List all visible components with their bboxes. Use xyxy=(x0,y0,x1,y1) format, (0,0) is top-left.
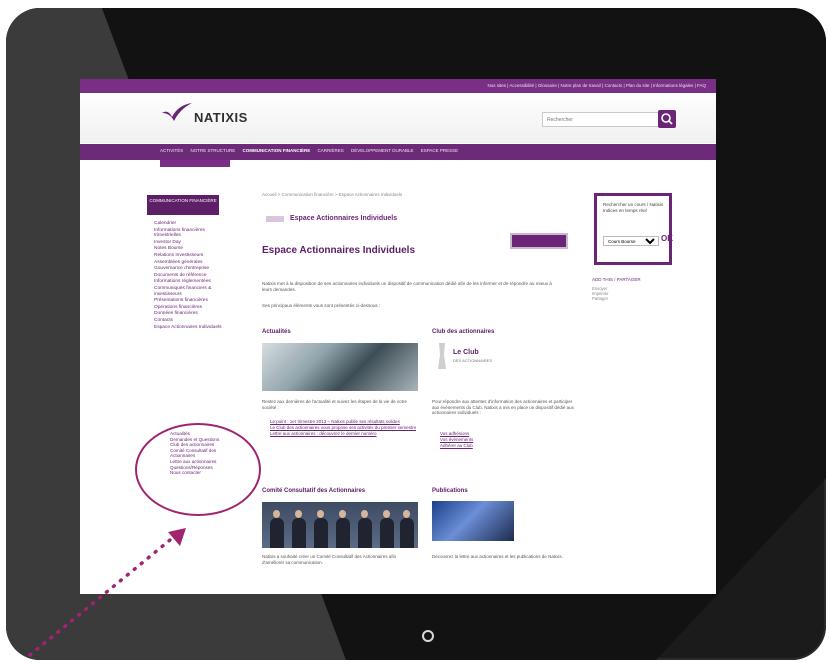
search-button[interactable] xyxy=(658,110,676,128)
person-figure xyxy=(400,518,414,548)
top-links[interactable]: Nos sites | Accessibilité | Glossaire | … xyxy=(487,83,706,88)
actualites-photo[interactable] xyxy=(262,343,418,391)
person-figure xyxy=(380,518,394,548)
person-figure xyxy=(314,518,328,548)
sidebar-item[interactable]: Communiqués financiers & investisseurs xyxy=(154,286,224,297)
page-title: Espace Actionnaires Individuels xyxy=(262,245,416,256)
stock-quote-text: Rechercher un cours / Natixis Indices en… xyxy=(603,202,664,213)
publications-heading: Publications xyxy=(432,488,468,494)
share-links: Envoyer Imprimer Partager xyxy=(592,286,609,302)
sidebar-item-actionnaires[interactable]: Espace Actionnaires Individuels xyxy=(154,325,224,331)
logo-text[interactable]: NATIXIS xyxy=(194,110,248,125)
sidebar-item[interactable]: Calendrier xyxy=(154,221,224,227)
club-badge[interactable]: Le Club DES ACTIONNAIRES xyxy=(435,341,525,381)
club-badge-label: Le Club xyxy=(453,349,479,356)
intro-text-2: Ses principaux éléments vous sont présen… xyxy=(262,303,381,308)
stock-quote-box: Rechercher un cours / Natixis Indices en… xyxy=(594,193,673,265)
person-head xyxy=(383,510,390,518)
subnav-tab[interactable] xyxy=(160,160,230,167)
home-button[interactable] xyxy=(422,630,434,642)
person-figure xyxy=(358,518,372,548)
sidebar-item[interactable]: Gouvernance d'entreprise xyxy=(154,266,224,272)
top-links-bar: Nos sites | Accessibilité | Glossaire | … xyxy=(80,79,716,93)
club-heading: Club des actionnaires xyxy=(432,329,495,335)
comite-text: Natixis a souhaité créer un Comité Consu… xyxy=(262,554,397,565)
stock-select[interactable]: Cours Bourse xyxy=(603,236,659,246)
comite-photo[interactable] xyxy=(262,502,418,548)
nav-item-developpement[interactable]: DÉVELOPPEMENT DURABLE xyxy=(351,148,413,153)
person-head xyxy=(403,510,410,518)
person-figure xyxy=(292,518,306,548)
sidebar-item[interactable]: Contacts xyxy=(154,318,224,324)
club-links: Vos adhésions Vos événements Adhérer au … xyxy=(440,431,580,448)
search-icon xyxy=(661,113,673,125)
actualites-links: Le point : 1er trimestre 2013 – Natixis … xyxy=(270,419,420,436)
actualites-link[interactable]: Le Club des actionnaires vous propose se… xyxy=(270,425,420,431)
club-link[interactable]: Adhérer au Club xyxy=(440,443,580,449)
nav-item-structure[interactable]: NOTRE STRUCTURE xyxy=(191,148,236,153)
person-figure xyxy=(270,518,284,548)
share-link[interactable]: Partager xyxy=(592,296,609,301)
person-figure xyxy=(336,518,350,548)
sidebar-item[interactable]: Opérations financières xyxy=(154,305,224,311)
comite-heading: Comité Consultatif des Actionnaires xyxy=(262,488,366,494)
person-head xyxy=(339,510,346,518)
browser-screen: Nos sites | Accessibilité | Glossaire | … xyxy=(80,79,716,594)
sidebar-menu: Calendrier Informations financières trim… xyxy=(154,221,224,331)
nav-item-communication[interactable]: COMMUNICATION FINANCIÈRE xyxy=(243,148,311,153)
highlight-circle xyxy=(135,423,261,516)
person-head xyxy=(317,510,324,518)
nav-item-presse[interactable]: ESPACE PRESSE xyxy=(421,148,458,153)
search-input[interactable]: Rechercher xyxy=(542,112,662,127)
trophy-icon xyxy=(438,343,446,369)
main-nav: ACTIVITÉS NOTRE STRUCTURE COMMUNICATION … xyxy=(80,144,716,160)
person-head xyxy=(361,510,368,518)
actualites-link[interactable]: Le point : 1er trimestre 2013 – Natixis … xyxy=(270,419,420,425)
actualites-heading: Actualités xyxy=(262,329,291,335)
sidebar-item[interactable]: Présentations financières xyxy=(154,298,224,304)
sidebar-item[interactable]: Informations réglementées xyxy=(154,279,224,285)
sidebar-item[interactable]: Notes Bourse xyxy=(154,246,224,252)
club-badge-sub: DES ACTIONNAIRES xyxy=(453,358,493,363)
section-title: Espace Actionnaires Individuels xyxy=(290,215,398,222)
sidebar-item[interactable]: Relations Investisseurs xyxy=(154,253,224,259)
nav-item-carrieres[interactable]: CARRIÈRES xyxy=(317,148,343,153)
nav-item-activites[interactable]: ACTIVITÉS xyxy=(160,148,183,153)
natixis-logo-icon[interactable] xyxy=(160,103,194,123)
breadcrumb[interactable]: Accueil > Communication financière > Esp… xyxy=(262,192,402,197)
sidebar-title[interactable]: COMMUNICATION FINANCIÈRE xyxy=(147,195,219,215)
sidebar-item[interactable]: Investor Day xyxy=(154,240,224,246)
section-bar xyxy=(266,216,284,222)
actualites-link[interactable]: Lettre aux actionnaires : découvrez le d… xyxy=(270,431,420,437)
publications-text: Découvrez la lettre aux actionnaires et … xyxy=(432,554,563,559)
club-text: Pour répondre aux attentes d'information… xyxy=(432,399,574,416)
intro-text: Natixis met à la disposition de ses acti… xyxy=(262,281,552,292)
person-head xyxy=(295,510,302,518)
sidebar-item[interactable]: Données financières xyxy=(154,311,224,317)
sidebar-item[interactable]: Informations financières trimestrielles xyxy=(154,228,224,239)
sidebar-item[interactable]: Documents de référence xyxy=(154,273,224,279)
sidebar-item[interactable]: Assemblées générales xyxy=(154,260,224,266)
stock-ok-button[interactable]: OK xyxy=(661,234,673,243)
person-head xyxy=(273,510,280,518)
share-bar[interactable]: ADD THIS / PARTAGER xyxy=(592,277,641,282)
publications-photo[interactable] xyxy=(432,501,514,541)
promo-badge[interactable] xyxy=(510,233,568,249)
actualites-text: Restez aux dernières de l'actualité et s… xyxy=(262,399,407,410)
